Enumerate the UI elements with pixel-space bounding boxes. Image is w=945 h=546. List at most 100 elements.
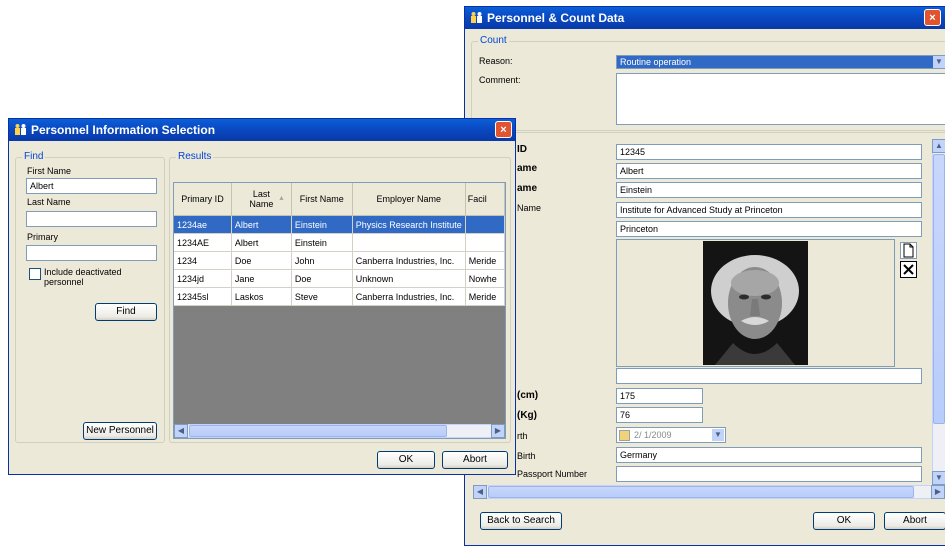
- table-cell: Doe: [291, 269, 353, 288]
- ok-button[interactable]: OK: [377, 451, 435, 469]
- table-row[interactable]: 12345sl Laskos Steve Canberra Industries…: [174, 287, 505, 306]
- comment-textarea[interactable]: [616, 73, 945, 125]
- table-cell: 1234AE: [174, 233, 232, 252]
- table-cell: [465, 215, 505, 234]
- passport-label: Passport Number: [517, 469, 588, 479]
- table-cell: Einstein: [291, 233, 353, 252]
- close-button[interactable]: ×: [924, 9, 941, 26]
- personnel-count-window: Personnel & Count Data × Count Reason: R…: [464, 6, 945, 546]
- first-name-label: First Name: [27, 166, 72, 176]
- table-cell: Albert: [231, 233, 292, 252]
- chevron-down-icon[interactable]: ▼: [712, 429, 724, 441]
- table-row[interactable]: 1234ae Albert Einstein Physics Research …: [174, 215, 505, 234]
- scroll-left-button[interactable]: ◀: [174, 424, 188, 438]
- column-header-label: Last Name: [249, 189, 274, 209]
- last-name-field[interactable]: Einstein: [616, 182, 922, 198]
- new-personnel-button[interactable]: New Personnel: [83, 422, 157, 440]
- table-cell: 12345sl: [174, 287, 232, 306]
- scroll-thumb[interactable]: [189, 425, 447, 437]
- table-cell: 1234jd: [174, 269, 232, 288]
- close-icon: ×: [500, 124, 507, 136]
- weight-label: (Kg): [517, 410, 537, 421]
- chevron-down-icon[interactable]: ▼: [933, 56, 945, 68]
- results-table: Primary ID Last Name ▲ First Name Employ…: [174, 183, 505, 306]
- table-cell: Physics Research Institute: [352, 215, 466, 234]
- count-group-label: Count: [478, 35, 509, 46]
- find-button[interactable]: Find: [95, 303, 157, 321]
- table-row[interactable]: 1234jd Jane Doe Unknown Nowhe: [174, 269, 505, 288]
- scroll-down-button[interactable]: ▼: [932, 471, 945, 485]
- portrait-photo: [703, 241, 808, 365]
- photo-frame: [616, 239, 895, 367]
- reason-value: Routine operation: [620, 57, 692, 67]
- weight-field[interactable]: 76: [616, 407, 703, 423]
- column-header-employer-name[interactable]: Employer Name: [352, 183, 466, 216]
- close-button[interactable]: ×: [495, 121, 512, 138]
- table-cell: Jane: [231, 269, 292, 288]
- app-icon: [15, 124, 26, 135]
- scroll-right-button[interactable]: ▶: [491, 424, 505, 438]
- reason-label: Reason:: [479, 56, 513, 66]
- id-field[interactable]: 12345: [616, 144, 922, 160]
- scroll-thumb[interactable]: [488, 486, 914, 498]
- table-cell: [352, 233, 466, 252]
- photo-caption-field[interactable]: [616, 368, 922, 384]
- column-header-primary-id[interactable]: Primary ID: [174, 183, 232, 216]
- delete-photo-button[interactable]: [900, 261, 917, 278]
- column-header-last-name[interactable]: Last Name ▲: [231, 183, 292, 216]
- new-photo-button[interactable]: [900, 242, 917, 259]
- passport-field[interactable]: [616, 466, 922, 482]
- find-group-label: Find: [22, 151, 46, 162]
- checkbox-icon[interactable]: [619, 430, 630, 441]
- scroll-right-button[interactable]: ▶: [931, 485, 945, 499]
- divider: [465, 132, 945, 133]
- dob-picker[interactable]: 2/ 1/2009 ▼: [616, 427, 726, 443]
- employer-label: Name: [517, 203, 542, 213]
- first-name-input[interactable]: Albert: [26, 178, 157, 194]
- horizontal-scrollbar[interactable]: ◀ ▶: [174, 424, 505, 438]
- table-cell: Meride: [465, 287, 505, 306]
- reason-dropdown[interactable]: Routine operation ▼: [616, 55, 945, 69]
- comment-label: Comment:: [479, 75, 521, 85]
- id-label: ID: [517, 144, 527, 155]
- table-cell: [465, 233, 505, 252]
- results-grid[interactable]: Primary ID Last Name ▲ First Name Employ…: [173, 182, 506, 439]
- results-group-label: Results: [176, 151, 214, 162]
- table-cell: John: [291, 251, 353, 270]
- first-name-field[interactable]: Albert: [616, 163, 922, 179]
- title-bar[interactable]: Personnel Information Selection ×: [9, 119, 515, 141]
- column-header-facility[interactable]: Facil: [465, 183, 505, 216]
- horizontal-scrollbar[interactable]: ◀ ▶: [473, 485, 945, 499]
- app-icon: [471, 12, 482, 23]
- height-label: (cm): [517, 390, 539, 401]
- table-cell: 1234ae: [174, 215, 232, 234]
- back-to-search-button[interactable]: Back to Search: [480, 512, 562, 530]
- new-document-icon: [903, 243, 914, 258]
- table-row[interactable]: 1234 Doe John Canberra Industries, Inc. …: [174, 251, 505, 270]
- column-header-first-name[interactable]: First Name: [291, 183, 353, 216]
- delete-x-icon: [903, 264, 914, 275]
- vertical-scrollbar[interactable]: ▲ ▼: [932, 139, 945, 485]
- include-deactivated-label: Include deactivated personnel: [44, 267, 122, 287]
- employer-field[interactable]: Institute for Advanced Study at Princeto…: [616, 202, 922, 218]
- title-bar[interactable]: Personnel & Count Data ×: [465, 7, 945, 29]
- table-cell: Canberra Industries, Inc.: [352, 251, 466, 270]
- scroll-thumb[interactable]: [933, 154, 945, 424]
- facility-field[interactable]: Princeton: [616, 221, 922, 237]
- birthplace-field[interactable]: Germany: [616, 447, 922, 463]
- last-name-label: ame: [517, 183, 538, 194]
- scroll-left-button[interactable]: ◀: [473, 485, 487, 499]
- scroll-up-button[interactable]: ▲: [932, 139, 945, 153]
- height-field[interactable]: 175: [616, 388, 703, 404]
- dob-value: 2/ 1/2009: [634, 430, 672, 440]
- last-name-input[interactable]: [26, 211, 157, 227]
- include-deactivated-checkbox[interactable]: [29, 268, 41, 280]
- table-row[interactable]: 1234AE Albert Einstein: [174, 233, 505, 252]
- ok-button[interactable]: OK: [813, 512, 875, 530]
- table-cell: 1234: [174, 251, 232, 270]
- table-cell: Einstein: [291, 215, 353, 234]
- table-cell: Unknown: [352, 269, 466, 288]
- primary-input[interactable]: [26, 245, 157, 261]
- abort-button[interactable]: Abort: [884, 512, 945, 530]
- abort-button[interactable]: Abort: [442, 451, 508, 469]
